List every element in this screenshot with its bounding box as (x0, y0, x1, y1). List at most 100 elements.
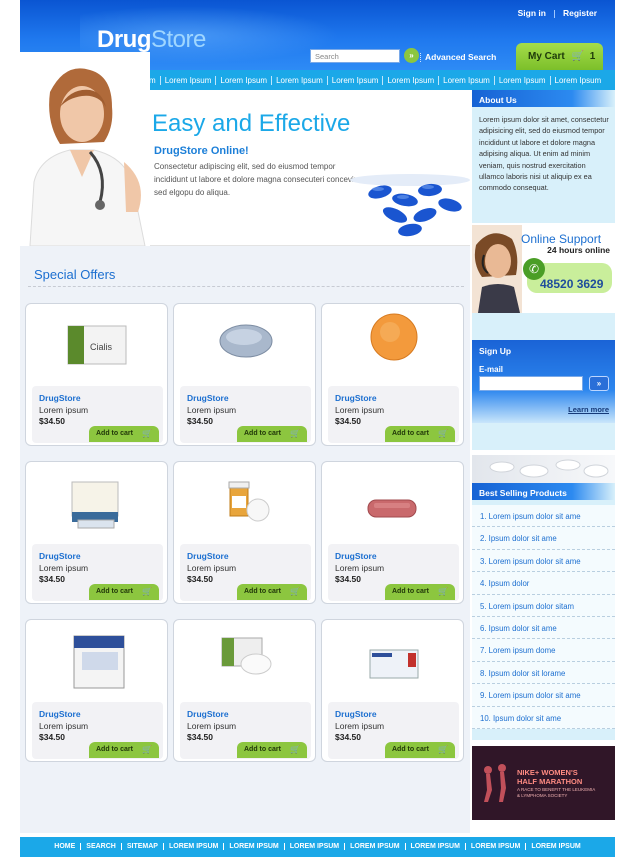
cart-button[interactable]: My Cart 🛒 1 (516, 43, 603, 70)
product-card[interactable]: Cialis DrugStore Lorem ipsum $34.50 Add … (25, 303, 168, 446)
product-price: $34.50 (39, 732, 65, 742)
main-content: Special Offers Cialis DrugStore Lorem ip… (20, 246, 470, 833)
best-selling-title: Best Selling Products (472, 483, 615, 500)
list-item[interactable]: 4. Ipsum dolor (472, 572, 615, 595)
product-brand[interactable]: DrugStore (39, 393, 81, 403)
page: DrugStore Sign in Register Search » Advan… (20, 0, 615, 859)
kamagra-sachet-image (369, 649, 419, 679)
product-brand[interactable]: DrugStore (335, 393, 377, 403)
signin-link[interactable]: Sign in (518, 8, 546, 18)
learn-more-link[interactable]: Learn more (568, 405, 609, 414)
footer-link[interactable]: LOREM IPSUM (344, 843, 404, 850)
search-go-button[interactable]: » (404, 48, 419, 63)
logo[interactable]: DrugStore (97, 26, 206, 54)
cart-icon: 🛒 (438, 745, 448, 754)
nav-item[interactable]: Lorem Ipsum (549, 76, 606, 85)
product-card[interactable]: DrugStore Lorem ipsum $34.50 Add to cart… (173, 619, 316, 762)
footer-link[interactable]: LOREM IPSUM (525, 843, 585, 850)
product-brand[interactable]: DrugStore (39, 551, 81, 561)
footer-link[interactable]: LOREM IPSUM (283, 843, 344, 850)
add-to-cart-button[interactable]: Add to cart 🛒 (237, 426, 307, 442)
list-item[interactable]: 3. Lorem ipsum dolor sit ame (472, 550, 615, 573)
list-item[interactable]: 5. Lorem ipsum dolor sitam (472, 595, 615, 617)
product-card[interactable]: DrugStore Lorem ipsum $34.50 Add to cart… (25, 461, 168, 604)
add-to-cart-button[interactable]: Add to cart 🛒 (237, 584, 307, 600)
email-field[interactable] (479, 376, 583, 391)
add-to-cart-button[interactable]: Add to cart 🛒 (385, 584, 455, 600)
add-to-cart-button[interactable]: Add to cart 🛒 (385, 742, 455, 758)
product-brand[interactable]: DrugStore (335, 551, 377, 561)
advanced-search-link[interactable]: Advanced Search (419, 52, 496, 62)
product-card[interactable]: DrugStore Lorem ipsum $34.50 Add to cart… (173, 461, 316, 604)
add-to-cart-button[interactable]: Add to cart 🛒 (89, 584, 159, 600)
cart-icon: 🛒 (290, 587, 300, 596)
product-price: $34.50 (335, 732, 361, 742)
pharmacist-image (20, 52, 150, 246)
pill-pack-image (71, 481, 119, 529)
footer-link[interactable]: LOREM IPSUM (162, 843, 223, 850)
product-name: Lorem ipsum (187, 721, 237, 731)
about-us-box: About Us Lorem ipsum dolor sit amet, con… (472, 90, 615, 223)
nav-item[interactable]: Lorem Ipsum (159, 76, 216, 85)
register-link[interactable]: Register (563, 8, 597, 18)
marathon-ad-banner[interactable]: NIKE+ WOMEN'S HALF MARATHON A RACE TO BE… (472, 746, 615, 820)
product-card[interactable]: DrugStore Lorem ipsum $34.50 Add to cart… (173, 303, 316, 446)
nav-item[interactable]: Lorem Ipsum (382, 76, 438, 85)
cart-icon: 🛒 (438, 429, 448, 438)
add-to-cart-button[interactable]: Add to cart 🛒 (237, 742, 307, 758)
cart-icon: 🛒 (438, 587, 448, 596)
footer-link[interactable]: LOREM IPSUM (223, 843, 283, 850)
xanax-pill-image (219, 324, 273, 358)
list-item[interactable]: 9. Lorem ipsum dolor sit ame (472, 684, 615, 707)
cart-icon: 🛒 (290, 745, 300, 754)
about-us-title: About Us (472, 90, 615, 107)
list-item[interactable]: 10. Ipsum dolor sit ame (472, 707, 615, 729)
pills-image (350, 174, 470, 237)
nav-item[interactable]: Lorem Ipsum (493, 76, 550, 85)
footer-link[interactable]: SEARCH (80, 843, 121, 850)
product-brand[interactable]: DrugStore (187, 551, 229, 561)
about-us-text: Lorem ipsum dolor sit amet, consectetur … (479, 115, 609, 193)
add-to-cart-button[interactable]: Add to cart 🛒 (89, 426, 159, 442)
product-card[interactable]: DrugStore Lorem ipsum $34.50 Add to cart… (25, 619, 168, 762)
cart-icon: 🛒 (142, 587, 152, 596)
product-brand[interactable]: DrugStore (187, 393, 229, 403)
footer-link[interactable]: HOME (49, 843, 80, 850)
search-input[interactable]: Search (310, 49, 400, 63)
nav-item[interactable]: Lorem Ipsum (271, 76, 327, 85)
list-item[interactable]: 2. Ipsum dolor sit ame (472, 527, 615, 550)
pills-strip-image (472, 455, 615, 483)
list-item[interactable]: 1. Lorem ipsum dolor sit ame (472, 505, 615, 528)
hero-subtitle: DrugStore Online! (154, 145, 249, 157)
runners-image (484, 764, 506, 802)
product-card[interactable]: DrugStore Lorem ipsum $34.50 Add to cart… (321, 303, 464, 446)
product-card[interactable]: DrugStore Lorem ipsum $34.50 Add to cart… (321, 461, 464, 604)
add-to-cart-button[interactable]: Add to cart 🛒 (89, 742, 159, 758)
add-to-cart-button[interactable]: Add to cart 🛒 (385, 426, 455, 442)
nav-item[interactable]: Lorem Ipsum (438, 76, 494, 85)
support-phone[interactable]: 48520 3629 (540, 277, 603, 291)
nav-item[interactable]: Lorem Ipsum (215, 76, 271, 85)
banner-caption: A RACE TO BENEFIT THE LEUKEMIA & LYMPHOM… (517, 787, 595, 798)
svg-text:Cialis: Cialis (90, 342, 113, 352)
footer-link[interactable]: LOREM IPSUM (404, 843, 465, 850)
signup-submit-button[interactable]: » (589, 376, 609, 391)
product-card[interactable]: DrugStore Lorem ipsum $34.50 Add to cart… (321, 619, 464, 762)
double-arrow-icon: » (596, 379, 602, 388)
product-brand[interactable]: DrugStore (335, 709, 377, 719)
divider (28, 286, 464, 287)
footer-link[interactable]: SITEMAP (120, 843, 163, 850)
online-support-box[interactable]: Online Support 24 hours online ✆ 48520 3… (472, 225, 615, 313)
product-brand[interactable]: DrugStore (187, 709, 229, 719)
list-item[interactable]: 8. Ipsum dolor sit lorame (472, 662, 615, 685)
cialis-box-image: Cialis (67, 325, 127, 365)
footer-link[interactable]: LOREM IPSUM (464, 843, 525, 850)
banner-line-2: HALF MARATHON (517, 777, 583, 786)
product-price: $34.50 (39, 574, 65, 584)
hero-description: Consectetur adipiscing elit, sed do eius… (154, 162, 366, 197)
list-item[interactable]: 7. Lorem ipsum dome (472, 639, 615, 662)
list-item[interactable]: 6. Ipsum dolor sit ame (472, 617, 615, 640)
product-brand[interactable]: DrugStore (39, 709, 81, 719)
nav-item[interactable]: Lorem Ipsum (326, 76, 383, 85)
cart-icon: 🛒 (571, 51, 584, 62)
